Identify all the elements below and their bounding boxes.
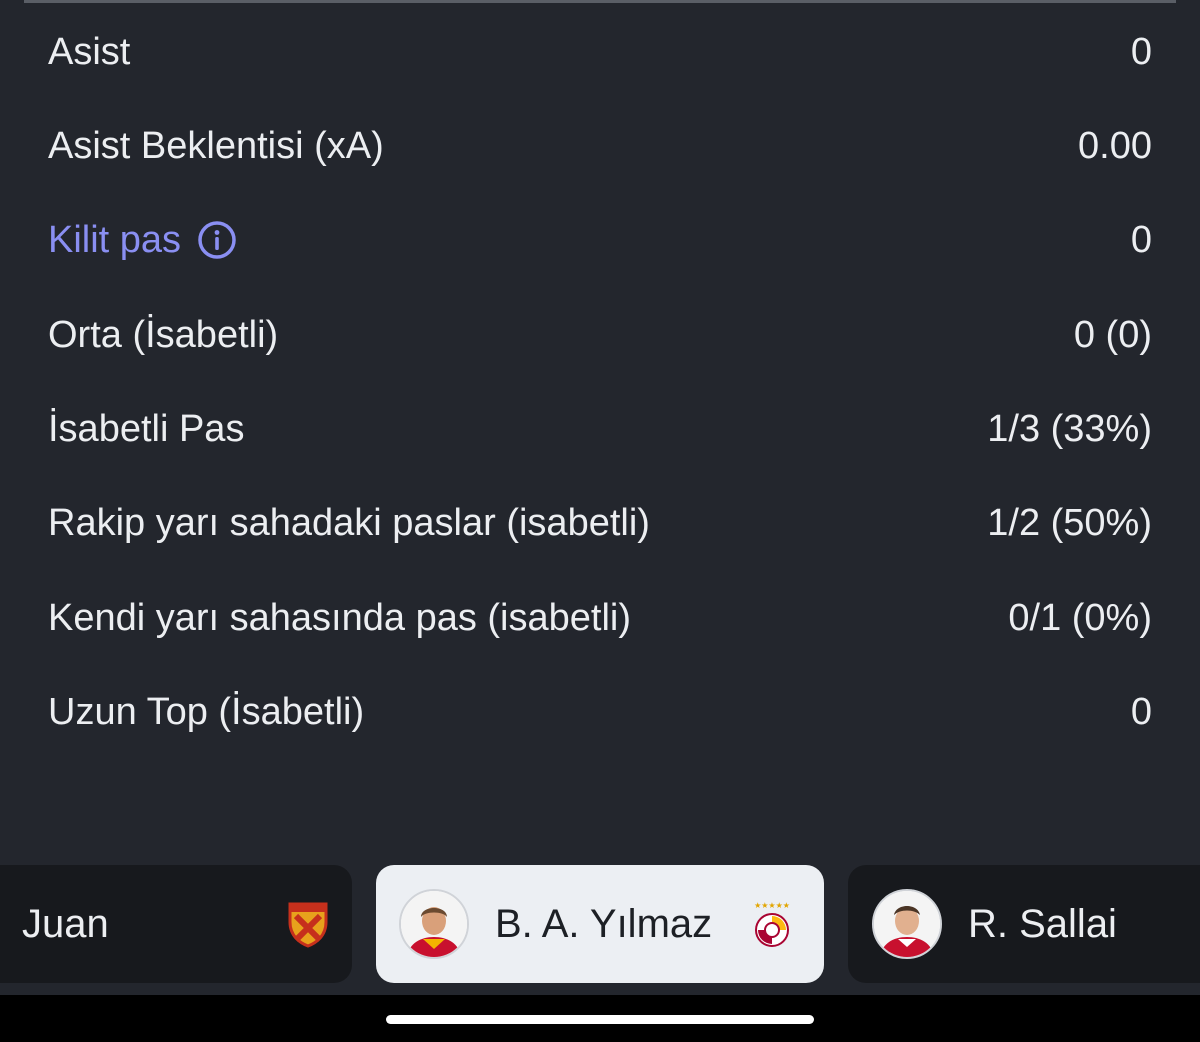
player-name[interactable]: B. A. Yılmaz [495,902,712,947]
stat-row-expected-assists: Asist Beklentisi (xA) 0.00 [48,116,1152,176]
galatasaray-badge-icon: ★★★★★ [750,899,794,947]
stat-value: 0/1 (0%) [1008,596,1152,639]
stat-row-opposition-half-passes: Rakip yarı sahadaki paslar (isabetli) 1/… [48,493,1152,553]
stat-label: Kendi yarı sahasında pas (isabetli) [48,596,631,639]
stat-value: 1/3 (33%) [987,407,1152,450]
system-home-bar [0,995,1200,1042]
player-switcher: Juan B. A. Yılmaz ★★★★★ R. Sallai [0,865,1200,983]
player-avatar [399,889,469,959]
stat-row-accurate-passes: İsabetli Pas 1/3 (33%) [48,399,1152,459]
player-card-active[interactable]: B. A. Yılmaz ★★★★★ [376,865,824,983]
stat-row-own-half-passes: Kendi yarı sahasında pas (isabetli) 0/1 … [48,588,1152,648]
info-icon[interactable] [197,220,237,260]
stat-label: Orta (İsabetli) [48,313,279,356]
stat-label: Asist Beklentisi (xA) [48,124,384,167]
stat-label: Uzun Top (İsabetli) [48,690,365,733]
stat-value: 0 (0) [1073,313,1152,356]
stat-row-key-passes[interactable]: Kilit pas 0 [48,210,1152,270]
stat-value: 1/2 (50%) [987,501,1152,544]
player-name[interactable]: R. Sallai [968,902,1117,947]
stat-value: 0 [1130,218,1152,261]
stat-label: Asist [48,30,131,73]
player-card-next[interactable]: R. Sallai [848,865,1200,983]
stat-row-long-balls: Uzun Top (İsabetli) 0 [48,682,1152,742]
goztepe-badge-icon [286,900,330,948]
player-name[interactable]: Juan [22,902,109,947]
stat-value: 0 [1130,690,1152,733]
player-stats-screen: Asist 0 Asist Beklentisi (xA) 0.00 Kilit… [0,0,1200,1042]
stat-value: 0 [1130,30,1152,73]
stat-row-assists: Asist 0 [48,22,1152,82]
key-pass-link[interactable]: Kilit pas [48,219,237,262]
stat-value: 0.00 [1078,124,1152,167]
svg-text:★★★★★: ★★★★★ [754,901,790,910]
stat-label[interactable]: Kilit pas [48,219,181,262]
home-indicator[interactable] [386,1015,814,1024]
section-divider [24,0,1176,3]
player-avatar [872,889,942,959]
stat-label: İsabetli Pas [48,407,245,450]
stat-label: Rakip yarı sahadaki paslar (isabetli) [48,501,650,544]
player-card-previous[interactable]: Juan [0,865,352,983]
stat-row-crosses: Orta (İsabetli) 0 (0) [48,305,1152,365]
